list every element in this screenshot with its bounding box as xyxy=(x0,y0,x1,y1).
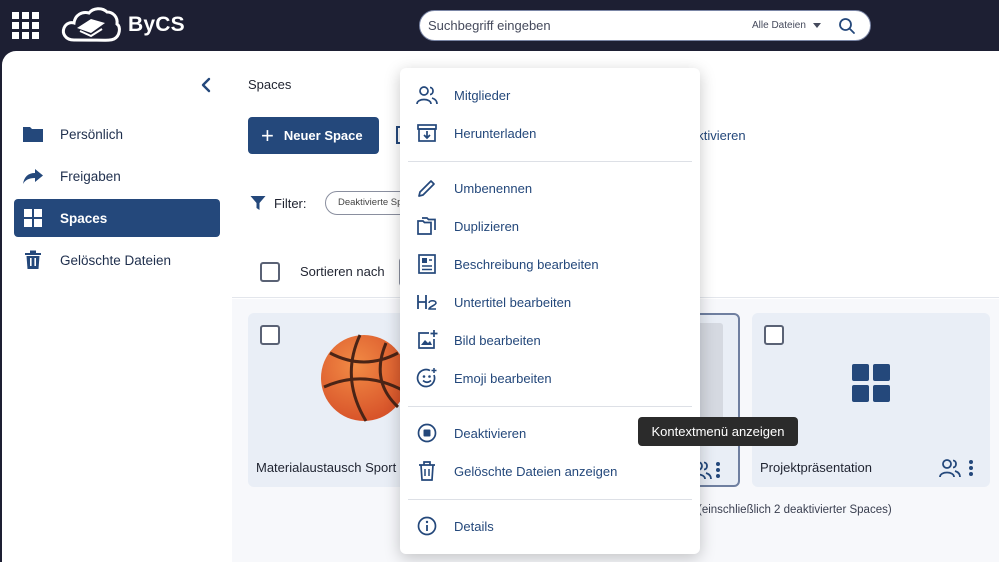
menu-divider xyxy=(408,406,692,407)
cloud-logo-icon xyxy=(61,7,121,42)
emoji-icon xyxy=(416,368,437,388)
menu-item-label: Umbenennen xyxy=(454,180,533,196)
pencil-icon xyxy=(418,180,435,197)
caret-down-icon xyxy=(812,23,821,28)
description-icon xyxy=(418,254,436,274)
search-scope-label: Alle Dateien xyxy=(752,20,806,31)
menu-item-bild-bearbeiten[interactable]: Bild bearbeiten xyxy=(416,324,692,356)
filter-label: Filter: xyxy=(274,196,307,211)
new-space-label: Neuer Space xyxy=(283,128,363,143)
sidebar-item-geloeschte-dateien[interactable]: Gelöschte Dateien xyxy=(14,241,220,279)
sidebar: Persönlich Freigaben Spaces Gelöschte Da… xyxy=(2,51,232,562)
stop-circle-icon xyxy=(417,423,437,443)
logo[interactable]: ByCS xyxy=(60,5,185,45)
spaces-count-text: (einschließlich 2 deaktivierter Spaces) xyxy=(698,504,892,516)
tooltip: Kontextmenü anzeigen xyxy=(638,417,798,446)
menu-divider xyxy=(408,499,692,500)
new-space-button[interactable]: + Neuer Space xyxy=(248,117,379,154)
sidebar-item-label: Gelöschte Dateien xyxy=(60,252,172,268)
share-arrow-icon xyxy=(22,165,44,187)
more-options-icon[interactable] xyxy=(964,457,978,479)
search-bar: Alle Dateien xyxy=(419,10,871,41)
page-title: Spaces xyxy=(248,77,292,92)
menu-item-label: Gelöschte Dateien anzeigen xyxy=(454,463,618,479)
select-all-checkbox[interactable] xyxy=(260,262,280,282)
menu-item-emoji-bearbeiten[interactable]: Emoji bearbeiten xyxy=(416,362,692,394)
spaces-grid-icon xyxy=(22,207,44,229)
menu-item-duplizieren[interactable]: Duplizieren xyxy=(416,210,692,242)
menu-item-label: Deaktivieren xyxy=(454,425,527,441)
search-scope-dropdown[interactable]: Alle Dateien xyxy=(752,20,821,31)
duplicate-icon xyxy=(417,217,436,235)
sidebar-item-persoenlich[interactable]: Persönlich xyxy=(14,115,220,153)
trash-icon xyxy=(419,461,435,481)
heading-icon xyxy=(417,295,437,310)
members-icon xyxy=(416,86,438,105)
menu-item-geloeschte-dateien-anzeigen[interactable]: Gelöschte Dateien anzeigen xyxy=(416,455,692,487)
menu-item-label: Beschreibung bearbeiten xyxy=(454,256,599,272)
sidebar-item-spaces[interactable]: Spaces xyxy=(14,199,220,237)
app-launcher-icon[interactable] xyxy=(12,12,39,39)
menu-item-beschreibung-bearbeiten[interactable]: Beschreibung bearbeiten xyxy=(416,248,692,280)
collapse-sidebar-icon[interactable] xyxy=(198,76,216,94)
card-checkbox[interactable] xyxy=(764,325,784,345)
menu-item-mitglieder[interactable]: Mitglieder xyxy=(416,79,692,111)
menu-item-label: Bild bearbeiten xyxy=(454,332,541,348)
context-menu: Mitglieder Herunterladen Umbenennen Dupl… xyxy=(400,68,700,554)
space-card[interactable]: Projektpräsentation xyxy=(752,313,990,487)
search-icon[interactable] xyxy=(838,17,856,35)
card-title: Projektpräsentation xyxy=(760,460,873,475)
menu-divider xyxy=(408,161,692,162)
sidebar-item-label: Spaces xyxy=(60,210,108,226)
folder-icon xyxy=(22,123,44,145)
menu-item-untertitel-bearbeiten[interactable]: Untertitel bearbeiten xyxy=(416,286,692,318)
sidebar-item-label: Freigaben xyxy=(60,168,121,184)
menu-item-label: Untertitel bearbeiten xyxy=(454,294,572,310)
menu-item-details[interactable]: Details xyxy=(416,510,692,542)
sidebar-item-label: Persönlich xyxy=(60,126,124,142)
image-add-icon xyxy=(418,330,438,349)
menu-item-label: Herunterladen xyxy=(454,125,537,141)
menu-item-label: Emoji bearbeiten xyxy=(454,370,552,386)
menu-item-umbenennen[interactable]: Umbenennen xyxy=(416,172,692,204)
more-options-icon[interactable] xyxy=(711,459,725,481)
trash-icon xyxy=(22,249,44,271)
sort-label: Sortieren nach xyxy=(300,264,385,279)
info-icon xyxy=(417,516,437,536)
menu-item-label: Details xyxy=(454,518,494,534)
logo-text: ByCS xyxy=(128,13,185,36)
menu-item-label: Duplizieren xyxy=(454,218,520,234)
basketball-emoji-icon xyxy=(321,334,407,422)
card-checkbox[interactable] xyxy=(260,325,280,345)
download-icon xyxy=(417,124,437,142)
menu-item-label: Mitglieder xyxy=(454,87,511,103)
sidebar-item-freigaben[interactable]: Freigaben xyxy=(14,157,220,195)
card-title: Materialaustausch Sport xyxy=(256,460,397,475)
menu-item-herunterladen[interactable]: Herunterladen xyxy=(416,117,692,149)
spaces-grid-icon xyxy=(852,364,890,402)
plus-icon: + xyxy=(261,122,274,148)
search-input[interactable] xyxy=(428,18,738,33)
top-bar: ByCS Alle Dateien xyxy=(0,0,999,51)
filter-icon xyxy=(250,196,266,210)
members-icon[interactable] xyxy=(939,457,961,479)
